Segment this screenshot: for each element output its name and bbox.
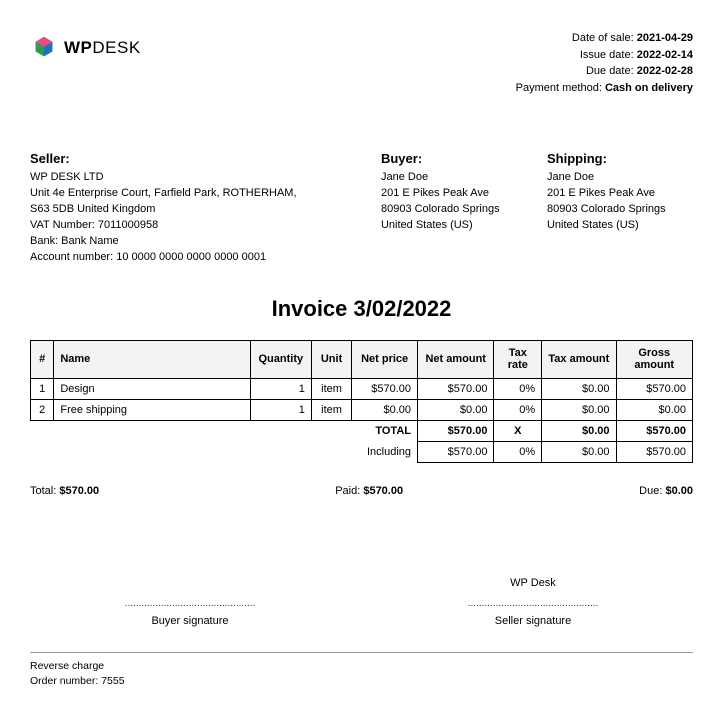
- buyer-name: Jane Doe: [381, 170, 527, 186]
- col-taxr: Tax rate: [494, 340, 542, 378]
- seller-addr1: Unit 4e Enterprise Court, Farfield Park,…: [30, 186, 361, 202]
- due-date-label: Due date:: [586, 65, 634, 77]
- col-taxa: Tax amount: [542, 340, 616, 378]
- seller-signature-name: WP Desk: [433, 577, 633, 592]
- total-row: TOTAL $570.00 X $0.00 $570.00: [31, 420, 693, 441]
- payment-method-label: Payment method:: [516, 82, 602, 94]
- signatures-row: ........................................…: [30, 577, 693, 627]
- seller-heading: Seller:: [30, 151, 361, 166]
- including-row: Including $570.00 0% $0.00 $570.00: [31, 441, 693, 462]
- table-header-row: # Name Quantity Unit Net price Net amoun…: [31, 340, 693, 378]
- invoice-title: Invoice 3/02/2022: [30, 296, 693, 322]
- col-netp: Net price: [352, 340, 418, 378]
- buyer-addr2: 80903 Colorado Springs: [381, 202, 527, 218]
- summary-bar: Total: $570.00 Paid: $570.00 Due: $0.00: [30, 485, 693, 497]
- buyer-addr1: 201 E Pikes Peak Ave: [381, 186, 527, 202]
- signature-line: ........................................…: [433, 598, 633, 609]
- logo: WPDESK: [30, 34, 141, 62]
- col-name: Name: [54, 340, 250, 378]
- issue-date-label: Issue date:: [580, 49, 634, 61]
- buyer-addr3: United States (US): [381, 218, 527, 234]
- summary-due: Due: $0.00: [639, 485, 693, 497]
- logo-text: WPDESK: [64, 38, 141, 58]
- date-of-sale: 2021-04-29: [637, 32, 693, 44]
- col-num: #: [31, 340, 54, 378]
- seller-bank: Bank: Bank Name: [30, 234, 361, 250]
- meta-block: Date of sale: 2021-04-29 Issue date: 202…: [516, 30, 693, 96]
- header-row: WPDESK Date of sale: 2021-04-29 Issue da…: [30, 30, 693, 96]
- payment-method: Cash on delivery: [605, 82, 693, 94]
- seller-block: Seller: WP DESK LTD Unit 4e Enterprise C…: [30, 151, 361, 266]
- seller-addr2: S63 5DB United Kingdom: [30, 202, 361, 218]
- shipping-addr1: 201 E Pikes Peak Ave: [547, 186, 693, 202]
- shipping-name: Jane Doe: [547, 170, 693, 186]
- due-date: 2022-02-28: [637, 65, 693, 77]
- parties-row: Seller: WP DESK LTD Unit 4e Enterprise C…: [30, 151, 693, 266]
- date-of-sale-label: Date of sale:: [572, 32, 634, 44]
- wpdesk-icon: [30, 34, 58, 62]
- table-row: 2 Free shipping 1 item $0.00 $0.00 0% $0…: [31, 399, 693, 420]
- col-gross: Gross amount: [616, 340, 693, 378]
- footer-line2: Order number: 7555: [30, 674, 693, 690]
- buyer-signature-name: [90, 577, 290, 592]
- summary-total: Total: $570.00: [30, 485, 99, 497]
- shipping-addr3: United States (US): [547, 218, 693, 234]
- seller-signature-block: WP Desk ................................…: [433, 577, 633, 627]
- seller-vat: VAT Number: 7011000958: [30, 218, 361, 234]
- shipping-block: Shipping: Jane Doe 201 E Pikes Peak Ave …: [547, 151, 693, 266]
- col-qty: Quantity: [250, 340, 311, 378]
- items-table: # Name Quantity Unit Net price Net amoun…: [30, 340, 693, 463]
- footer-block: Reverse charge Order number: 7555: [30, 652, 693, 691]
- summary-paid: Paid: $570.00: [335, 485, 403, 497]
- signature-line: ........................................…: [90, 598, 290, 609]
- footer-line1: Reverse charge: [30, 659, 693, 675]
- col-unit: Unit: [311, 340, 351, 378]
- invoice-page: WPDESK Date of sale: 2021-04-29 Issue da…: [0, 0, 723, 725]
- seller-acct: Account number: 10 0000 0000 0000 0000 0…: [30, 250, 361, 266]
- buyer-block: Buyer: Jane Doe 201 E Pikes Peak Ave 809…: [381, 151, 527, 266]
- col-neta: Net amount: [418, 340, 494, 378]
- shipping-addr2: 80903 Colorado Springs: [547, 202, 693, 218]
- buyer-signature-block: ........................................…: [90, 577, 290, 627]
- table-row: 1 Design 1 item $570.00 $570.00 0% $0.00…: [31, 378, 693, 399]
- seller-signature-label: Seller signature: [433, 615, 633, 627]
- issue-date: 2022-02-14: [637, 49, 693, 61]
- seller-name: WP DESK LTD: [30, 170, 361, 186]
- buyer-signature-label: Buyer signature: [90, 615, 290, 627]
- buyer-heading: Buyer:: [381, 151, 527, 166]
- shipping-heading: Shipping:: [547, 151, 693, 166]
